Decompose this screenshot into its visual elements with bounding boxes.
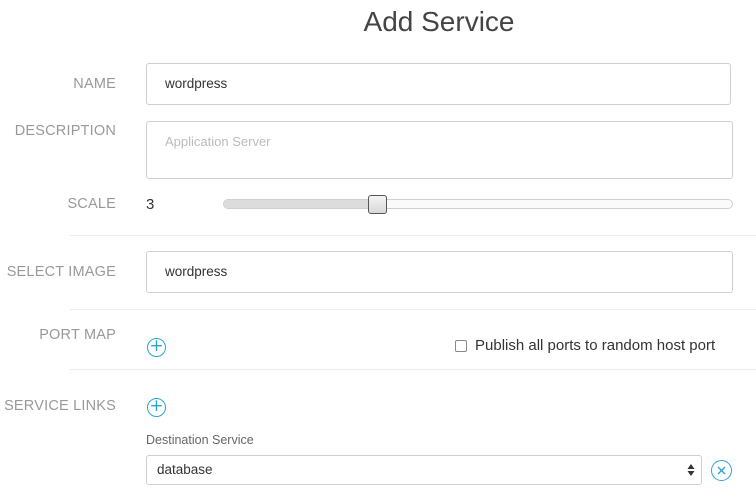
scale-slider-handle[interactable] [367, 195, 387, 214]
publish-all-ports-checkbox[interactable] [455, 340, 467, 352]
select-arrows-icon [687, 464, 695, 476]
select-image-input[interactable]: wordpress [146, 251, 733, 293]
scale-slider-track[interactable] [223, 199, 733, 209]
destination-service-value: database [157, 462, 213, 477]
select-image-label: SELECT IMAGE [6, 264, 116, 280]
divider [70, 309, 756, 310]
add-port-map-button[interactable]: + [147, 338, 166, 357]
remove-service-link-button[interactable] [711, 460, 732, 481]
divider [70, 235, 756, 236]
name-label: NAME [73, 76, 116, 92]
plus-circle-icon: + [149, 336, 164, 356]
destination-service-select[interactable]: database [146, 455, 702, 485]
publish-all-ports-label[interactable]: Publish all ports to random host port [475, 337, 715, 354]
description-label: DESCRIPTION [14, 123, 116, 139]
name-input[interactable]: wordpress [146, 63, 731, 105]
divider [70, 369, 756, 370]
description-placeholder: Application Server [165, 134, 271, 149]
add-service-link-button[interactable]: + [147, 398, 166, 417]
description-textarea[interactable]: Application Server [146, 121, 733, 179]
plus-circle-icon: + [149, 396, 164, 416]
page-title: Add Service [363, 6, 515, 37]
x-circle-icon [717, 466, 726, 475]
scale-value: 3 [146, 196, 155, 213]
scale-slider-fill [224, 200, 381, 208]
port-map-label: PORT MAP [39, 327, 116, 343]
scale-label: SCALE [67, 196, 116, 212]
service-links-label: SERVICE LINKS [4, 398, 116, 414]
destination-service-label: Destination Service [146, 433, 254, 447]
